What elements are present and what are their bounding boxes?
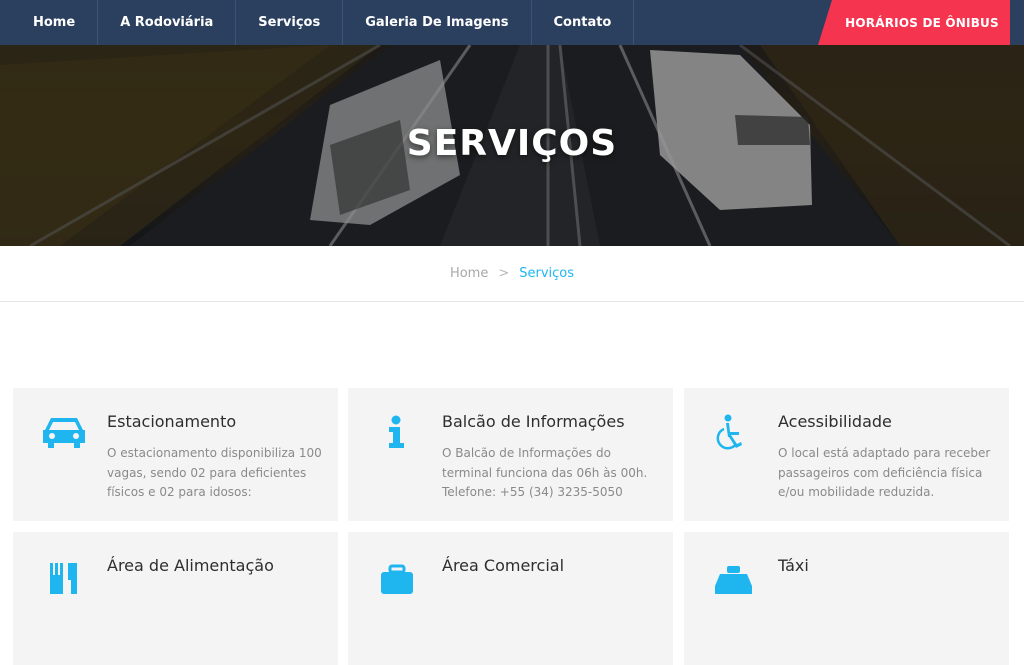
service-title: Táxi bbox=[778, 556, 809, 575]
food-icon bbox=[50, 563, 77, 594]
nav-contato[interactable]: Contato bbox=[532, 0, 635, 45]
service-title: Área de Alimentação bbox=[107, 556, 274, 575]
bus-schedule-button[interactable]: HORÁRIOS DE ÔNIBUS bbox=[818, 0, 1010, 45]
service-card-balcao: Balcão de Informações O Balcão de Inform… bbox=[348, 388, 673, 521]
info-icon bbox=[389, 415, 404, 448]
car-icon bbox=[43, 418, 85, 448]
service-description: O Balcão de Informações do terminal func… bbox=[442, 446, 648, 499]
service-card-estacionamento: Estacionamento O estacionamento disponib… bbox=[13, 388, 338, 521]
breadcrumb-current: Serviços bbox=[519, 266, 575, 281]
service-card-taxi: Táxi bbox=[684, 532, 1009, 665]
taxi-icon bbox=[715, 566, 752, 594]
service-card-comercial: Área Comercial bbox=[348, 532, 673, 665]
briefcase-icon bbox=[381, 564, 413, 594]
nav-servicos[interactable]: Serviços bbox=[236, 0, 344, 45]
breadcrumb: Home > Serviços bbox=[0, 246, 1024, 302]
service-title: Balcão de Informações bbox=[442, 412, 625, 431]
service-card-alimentacao: Área de Alimentação bbox=[13, 532, 338, 665]
hero-banner: SERVIÇOS bbox=[0, 45, 1024, 246]
nav-home[interactable]: Home bbox=[0, 0, 99, 45]
wheelchair-icon bbox=[716, 414, 742, 450]
service-card-acessibilidade: Acessibilidade O local está adaptado par… bbox=[684, 388, 1009, 521]
page-title: SERVIÇOS bbox=[406, 123, 618, 164]
breadcrumb-home-link[interactable]: Home bbox=[450, 266, 488, 281]
service-description: O local está adaptado para receber passa… bbox=[778, 446, 991, 499]
nav-rodoviaria[interactable]: A Rodoviária bbox=[98, 0, 237, 45]
service-title: Acessibilidade bbox=[778, 412, 892, 431]
service-title: Estacionamento bbox=[107, 412, 237, 431]
breadcrumb-separator: > bbox=[498, 266, 510, 281]
service-title: Área Comercial bbox=[442, 556, 565, 575]
service-description: O estacionamento disponibiliza 100 vagas… bbox=[107, 446, 322, 499]
nav-galeria[interactable]: Galeria De Imagens bbox=[343, 0, 532, 45]
